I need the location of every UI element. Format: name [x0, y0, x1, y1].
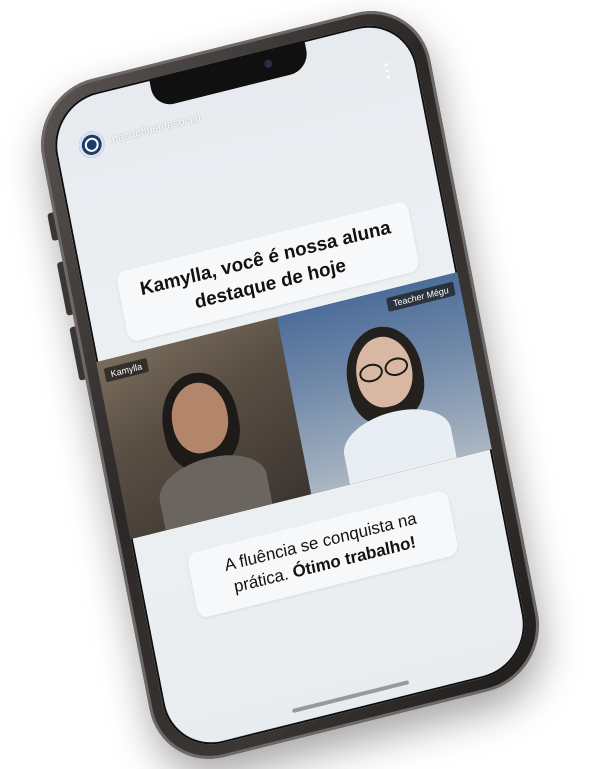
teacher-figure	[321, 310, 457, 485]
phone-device: nacaofluentesocial Kamylla, você é nossa…	[30, 0, 550, 769]
participant-name-right: Teacher Mégu	[386, 281, 456, 312]
volume-down-button	[69, 326, 86, 381]
video-tile-teacher: Teacher Mégu	[276, 271, 496, 495]
front-camera	[263, 58, 273, 69]
more-vertical-icon[interactable]	[378, 60, 395, 83]
student-figure	[137, 356, 273, 531]
home-indicator	[291, 680, 410, 714]
profile-avatar-icon[interactable]	[76, 128, 107, 161]
avatar-logo	[83, 136, 100, 154]
phone-screen: nacaofluentesocial Kamylla, você é nossa…	[46, 14, 534, 756]
account-name[interactable]: nacaofluentesocial	[111, 112, 202, 146]
volume-up-button	[56, 261, 73, 316]
silent-switch	[47, 212, 59, 242]
stage: nacaofluentesocial Kamylla, você é nossa…	[0, 0, 594, 769]
participant-name-left: Kamylla	[103, 357, 150, 383]
video-tile-student: Kamylla	[92, 317, 312, 541]
